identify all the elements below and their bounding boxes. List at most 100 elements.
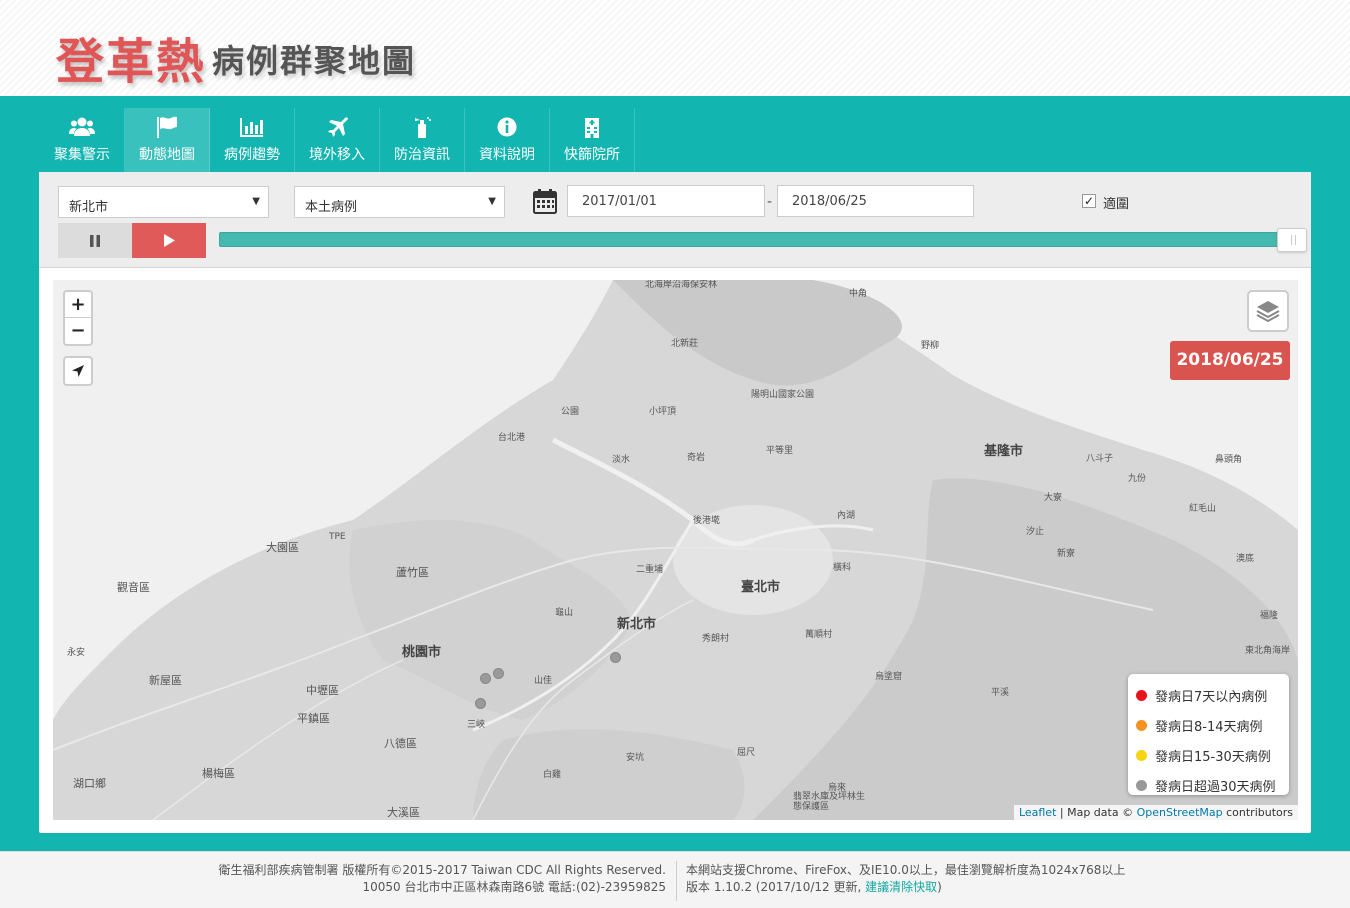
map-label: 九份 (1128, 474, 1147, 484)
legend-item: 發病日超過30天病例 (1136, 770, 1289, 800)
map-label: 陽明山國家公園 (751, 390, 815, 400)
map-basemap (53, 280, 1298, 820)
spray-icon (415, 117, 431, 138)
map-label: 內湖 (837, 511, 856, 521)
site-title: 登革熱 (56, 34, 207, 90)
legend-dot (1136, 749, 1147, 761)
nav-item-data-info[interactable]: 資料說明 (465, 108, 550, 172)
map-label: 公園 (561, 407, 580, 417)
legend-label: 發病日8-14天病例 (1155, 719, 1263, 735)
nav-item-trend[interactable]: 病例趨勢 (210, 108, 295, 172)
case-marker[interactable] (480, 673, 491, 684)
map-label: 秀朗村 (702, 634, 730, 644)
legend-label: 發病日超過30天病例 (1155, 779, 1276, 795)
case-marker[interactable] (610, 652, 621, 663)
map-label: 新北市 (617, 617, 657, 632)
timeline-slider-track[interactable] (219, 232, 1299, 247)
map-label: 小坪頂 (649, 407, 677, 417)
clear-cache-link[interactable]: 建議清除快取 (865, 880, 937, 894)
map-label: 奇岩 (687, 453, 706, 463)
nav-item-alert[interactable]: 聚集警示 (40, 108, 125, 172)
nav-item-prevention[interactable]: 防治資訊 (380, 108, 465, 172)
leaflet-link[interactable]: Leaflet (1019, 806, 1056, 819)
zoom-control: + − (63, 290, 93, 346)
map-label: 新屋區 (149, 674, 182, 687)
timeline-slider-handle[interactable] (1277, 228, 1307, 252)
version-text-end: ) (937, 880, 942, 894)
nav-label: 聚集警示 (54, 147, 110, 163)
osm-link[interactable]: OpenStreetMap (1137, 806, 1223, 819)
map-label: 福隆 (1260, 611, 1279, 621)
map-label: 萬順村 (805, 630, 833, 640)
map-label: 鼻頭角 (1215, 455, 1243, 465)
end-date-input[interactable]: 2018/06/25 (777, 185, 974, 217)
city-select[interactable]: 新北市 ▼ (58, 186, 269, 218)
footer-divider (676, 861, 677, 901)
map-label: 紅毛山 (1189, 504, 1217, 514)
map-label: 二重埔 (636, 565, 664, 575)
map-label: 中角 (849, 289, 868, 299)
map-panel: 新北市 ▼ 本土病例 ▼ 2017/01/01 - 2018/06/25 ✓ 適… (39, 172, 1311, 833)
map-label: 楊梅區 (202, 767, 235, 780)
site-subtitle: 病例群聚地圖 (212, 42, 417, 80)
caret-down-icon: ▼ (252, 196, 260, 207)
map-label: 屈尺 (737, 748, 756, 758)
start-date-input[interactable]: 2017/01/01 (567, 185, 765, 217)
case-marker[interactable] (475, 698, 486, 709)
map-legend: 發病日7天以內病例 發病日8-14天病例 發病日15-30天病例 發病日超過30… (1128, 674, 1289, 795)
nav-label: 快篩院所 (564, 147, 620, 163)
map-label: 東北角海岸 (1245, 646, 1291, 656)
version-text: 版本 1.10.2 (2017/10/12 更新, (686, 880, 866, 894)
map-label: 大寮 (1044, 493, 1063, 503)
map-label: 中壢區 (306, 684, 339, 697)
nav-item-imported[interactable]: 境外移入 (295, 108, 380, 172)
map-label: 安坑 (626, 753, 645, 763)
case-marker[interactable] (493, 668, 504, 679)
legend-dot (1136, 689, 1147, 701)
site-header: 登革熱 病例群聚地圖 (0, 0, 1350, 96)
legend-label: 發病日7天以內病例 (1155, 689, 1268, 705)
fit-checkbox-label: 適圍 (1103, 197, 1130, 212)
case-type-select[interactable]: 本土病例 ▼ (294, 186, 505, 218)
legend-label: 發病日15-30天病例 (1155, 749, 1271, 765)
map-canvas[interactable]: 臺北市 新北市 桃園市 基隆市 大園區 觀音區 蘆竹區 新屋區 中壢區 平鎮區 … (53, 280, 1298, 820)
map-label: 大溪區 (387, 806, 420, 819)
calendar-icon[interactable] (533, 188, 557, 214)
flag-icon (157, 116, 177, 138)
map-label: 橫科 (833, 563, 852, 573)
nav-item-dynamic-map[interactable]: 動態地圖 (125, 108, 210, 172)
pause-button[interactable] (58, 223, 132, 258)
current-date-badge: 2018/06/25 (1170, 341, 1290, 380)
locate-button[interactable] (63, 356, 93, 386)
legend-item: 發病日15-30天病例 (1136, 740, 1289, 770)
info-icon (497, 117, 517, 137)
map-label: 三峽 (467, 720, 486, 730)
pause-icon (90, 234, 100, 247)
nav-label: 資料說明 (479, 147, 535, 163)
nav-item-clinics[interactable]: 快篩院所 (550, 108, 635, 172)
play-button[interactable] (132, 223, 206, 258)
footer-support-line: 本網站支援Chrome、FireFox、及IE10.0以上，最佳瀏覽解析度為10… (686, 863, 1126, 877)
layers-button[interactable] (1247, 290, 1289, 332)
date-separator: - (767, 194, 773, 210)
zoom-in-button[interactable]: + (65, 292, 91, 318)
map-label: 平溪 (991, 688, 1010, 698)
users-icon (69, 117, 95, 136)
map-label: 淡水 (612, 455, 631, 465)
caret-down-icon: ▼ (488, 196, 496, 207)
map-label: 北海岸沿海保安林 (645, 280, 718, 290)
layers-icon (1256, 301, 1280, 323)
map-label: 基隆市 (984, 444, 1024, 459)
filter-controls: 新北市 ▼ 本土病例 ▼ 2017/01/01 - 2018/06/25 ✓ 適… (39, 172, 1311, 268)
attribution-text: | Map data © (1056, 806, 1137, 819)
fit-checkbox[interactable]: ✓ (1082, 194, 1096, 208)
map-label: 後港墘 (693, 516, 721, 526)
map-label: 八德區 (384, 737, 417, 750)
footer-copyright-line: 衛生福利部疾病管制署 版權所有©2015-2017 Taiwan CDC All… (218, 863, 667, 877)
footer-copyright: 衛生福利部疾病管制署 版權所有©2015-2017 Taiwan CDC All… (219, 862, 667, 896)
map-label: 烏塗窟 (875, 672, 903, 682)
zoom-out-button[interactable]: − (65, 318, 91, 344)
map-label: 平等里 (766, 446, 794, 456)
location-arrow-icon (72, 365, 84, 377)
map-label: 白雞 (543, 770, 562, 780)
